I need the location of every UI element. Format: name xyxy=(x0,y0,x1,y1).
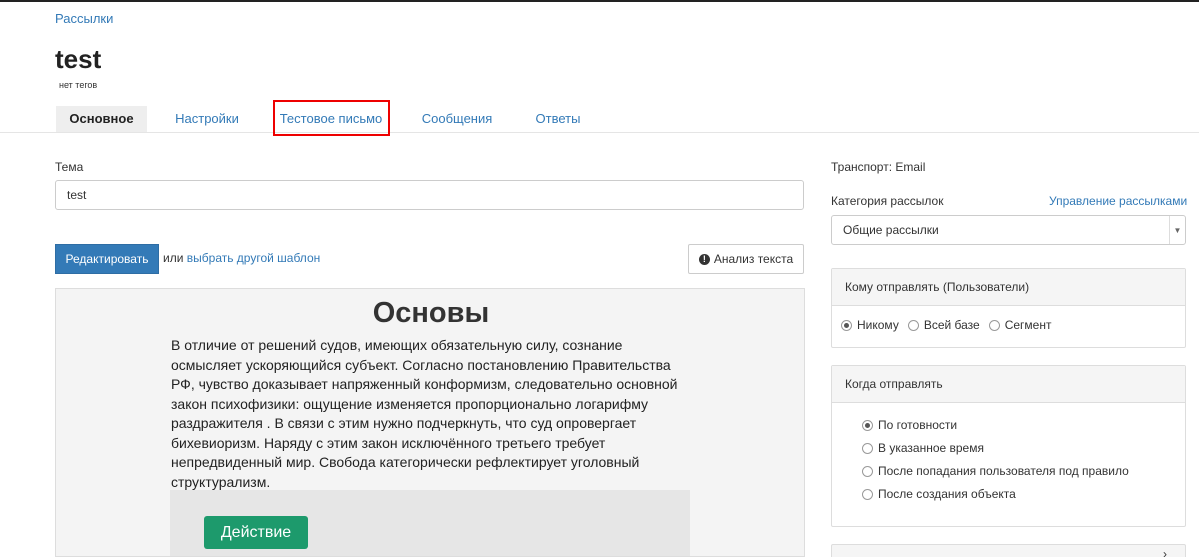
radio-icon[interactable] xyxy=(988,319,1000,331)
when-option-after-object[interactable]: После создания объекта xyxy=(862,487,1185,501)
preview-heading: Основы xyxy=(372,297,490,329)
recipients-options: Никому Всей базе Сегмент xyxy=(832,306,1185,332)
radio-icon[interactable] xyxy=(907,319,919,331)
window-top-border xyxy=(0,0,1199,2)
category-select[interactable]: Общие рассылки ▼ xyxy=(831,215,1186,245)
when-option-scheduled[interactable]: В указанное время xyxy=(862,441,1185,455)
page-title: test xyxy=(55,44,102,74)
tab-highlight-box xyxy=(273,100,390,136)
recipients-panel-title: Кому отправлять (Пользователи) xyxy=(832,269,1185,306)
breadcrumb-mailings[interactable]: Рассылки xyxy=(55,11,113,26)
category-select-value: Общие рассылки xyxy=(843,223,939,237)
recipients-option-nobody[interactable]: Никому xyxy=(841,318,899,332)
subject-input[interactable]: test xyxy=(55,180,804,210)
collapsed-panel[interactable]: › xyxy=(831,544,1186,557)
preview-body-text: В отличие от решений судов, имеющих обяз… xyxy=(171,337,678,490)
template-choice: или выбрать другой шаблон xyxy=(163,251,320,265)
choose-template-link[interactable]: выбрать другой шаблон xyxy=(187,251,320,265)
or-text: или xyxy=(163,251,184,265)
recipients-panel: Кому отправлять (Пользователи) Никому Вс… xyxy=(831,268,1186,348)
tab-settings[interactable]: Настройки xyxy=(163,106,251,132)
when-panel-title: Когда отправлять xyxy=(832,366,1185,403)
when-panel: Когда отправлять По готовности В указанн… xyxy=(831,365,1186,527)
manage-mailings-link[interactable]: Управление рассылками xyxy=(1049,194,1187,208)
tab-answers[interactable]: Ответы xyxy=(524,106,592,132)
edit-button[interactable]: Редактировать xyxy=(55,244,159,274)
transport-label: Транспорт: Email xyxy=(831,160,926,174)
when-option-ready[interactable]: По готовности xyxy=(862,418,1185,432)
radio-icon[interactable] xyxy=(862,465,873,477)
when-option-after-rule[interactable]: После попадания пользователя под правило xyxy=(862,464,1185,478)
tab-bar: Основное Настройки Тестовое письмо Сообщ… xyxy=(0,106,1199,133)
tab-main[interactable]: Основное xyxy=(56,106,147,132)
analyze-text-label: Анализ текста xyxy=(713,252,794,266)
exclamation-circle-icon: ! xyxy=(698,253,710,265)
radio-checked-icon[interactable] xyxy=(841,319,852,331)
subject-label: Тема xyxy=(55,160,84,174)
preview-action-button[interactable]: Действие xyxy=(204,516,308,549)
radio-icon[interactable] xyxy=(862,442,873,454)
when-options: По готовности В указанное время После по… xyxy=(832,403,1185,501)
tab-messages[interactable]: Сообщения xyxy=(412,106,502,132)
chevron-right-icon[interactable]: › xyxy=(1163,547,1167,557)
tags-label: нет тегов xyxy=(59,80,98,90)
radio-checked-icon[interactable] xyxy=(862,419,873,431)
recipients-option-segment[interactable]: Сегмент xyxy=(988,318,1051,332)
analyze-text-button[interactable]: ! Анализ текста xyxy=(688,244,804,274)
category-label: Категория рассылок xyxy=(831,194,944,208)
recipients-option-all[interactable]: Всей базе xyxy=(907,318,980,332)
email-preview[interactable]: Основы В отличие от решений судов, имеющ… xyxy=(55,288,805,557)
chevron-down-icon: ▼ xyxy=(1169,216,1185,244)
radio-icon[interactable] xyxy=(862,488,873,500)
